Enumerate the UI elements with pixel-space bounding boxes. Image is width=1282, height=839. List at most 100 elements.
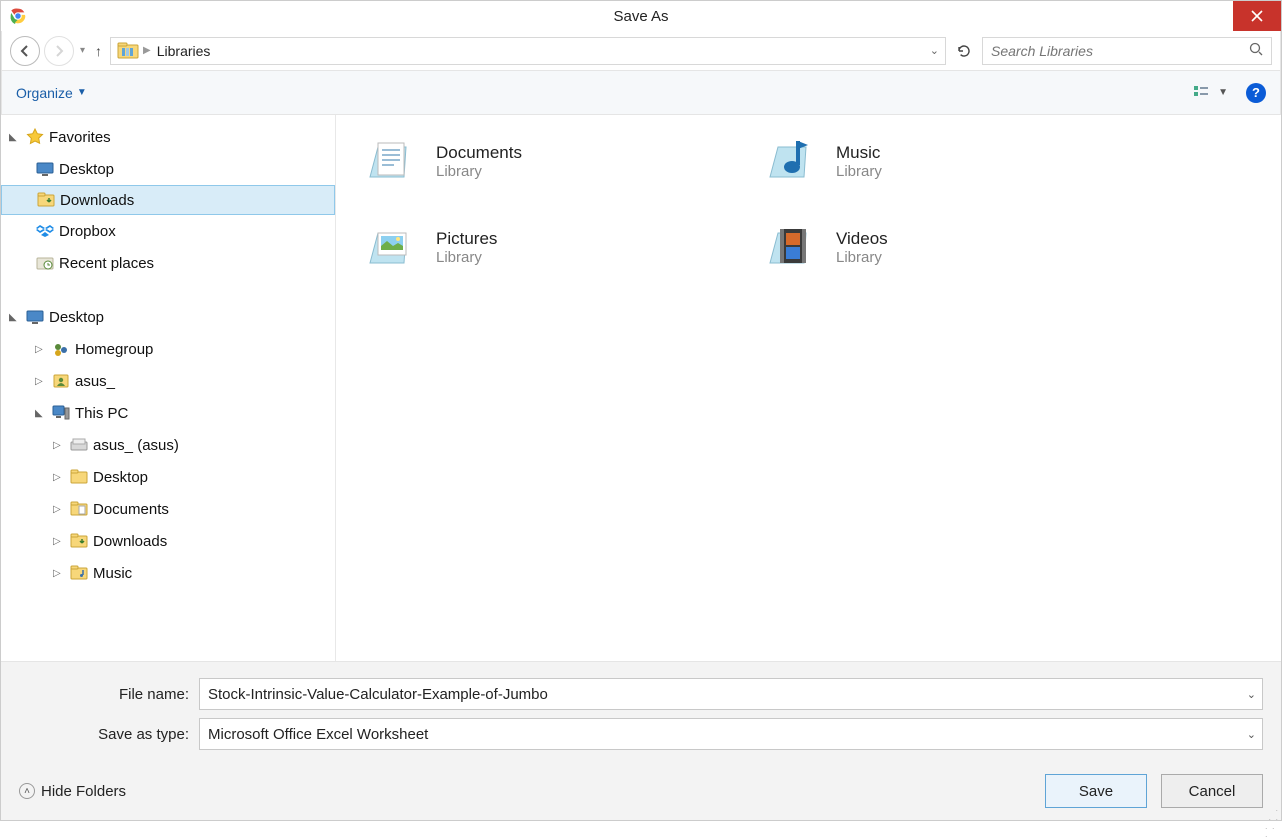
chevron-down-icon[interactable]: ⌄ <box>1247 688 1256 701</box>
tree-fav-downloads[interactable]: Downloads <box>1 185 335 215</box>
close-button[interactable] <box>1233 1 1281 31</box>
monitor-icon <box>25 307 45 327</box>
hide-folders-label: Hide Folders <box>41 783 126 800</box>
collapse-icon[interactable]: ◣ <box>9 132 21 143</box>
cancel-label: Cancel <box>1189 783 1236 800</box>
forward-button[interactable] <box>44 36 74 66</box>
tree-thispc[interactable]: ◣ This PC <box>1 397 335 429</box>
filename-label: File name: <box>19 686 189 703</box>
footer: File name: Stock-Intrinsic-Value-Calcula… <box>1 661 1281 820</box>
search-icon[interactable] <box>1249 42 1263 59</box>
nav-tree[interactable]: ◣ Favorites Desktop Downloads Dropbox Re… <box>1 115 336 661</box>
tree-pc-music[interactable]: ▷ Music <box>1 557 335 589</box>
library-documents[interactable]: DocumentsLibrary <box>362 133 722 189</box>
library-pictures[interactable]: PicturesLibrary <box>362 219 722 275</box>
history-dropdown[interactable]: ▾ <box>78 45 87 56</box>
organize-button[interactable]: Organize ▼ <box>16 85 87 101</box>
chevron-down-icon: ▼ <box>1218 87 1228 98</box>
cancel-button[interactable]: Cancel <box>1161 774 1263 808</box>
main-area: ◣ Favorites Desktop Downloads Dropbox Re… <box>1 115 1281 661</box>
view-options-button[interactable]: ▼ <box>1194 85 1228 101</box>
tree-label: Recent places <box>59 255 154 272</box>
tree-pc-desktop[interactable]: ▷ Desktop <box>1 461 335 493</box>
refresh-button[interactable] <box>950 37 978 65</box>
view-icon <box>1194 85 1214 101</box>
tree-pc-asus-drive[interactable]: ▷ asus_ (asus) <box>1 429 335 461</box>
expand-icon[interactable]: ▷ <box>53 472 65 483</box>
savetype-value: Microsoft Office Excel Worksheet <box>208 726 428 743</box>
save-as-dialog: Save As ▾ ↑ ▶ Libraries ⌄ <box>0 0 1282 821</box>
tree-label: This PC <box>75 405 128 422</box>
tree-label: Downloads <box>93 533 167 550</box>
library-sub: Library <box>836 249 888 266</box>
user-icon <box>51 371 71 391</box>
homegroup-icon <box>51 339 71 359</box>
resize-grip[interactable]: .. .. . . <box>1265 804 1279 818</box>
tree-fav-dropbox[interactable]: Dropbox <box>1 215 335 247</box>
tree-label: asus_ <box>75 373 115 390</box>
content-pane[interactable]: DocumentsLibrary MusicLibrary PicturesLi… <box>336 115 1281 661</box>
tree-label: Dropbox <box>59 223 116 240</box>
search-input[interactable] <box>991 43 1249 59</box>
monitor-icon <box>35 159 55 179</box>
tree-fav-recent[interactable]: Recent places <box>1 247 335 279</box>
library-name: Music <box>836 143 882 163</box>
tree-desktop[interactable]: ◣Desktop <box>1 301 335 333</box>
pictures-library-icon <box>362 219 418 275</box>
help-button[interactable]: ? <box>1246 83 1266 103</box>
tree-label: Desktop <box>93 469 148 486</box>
tree-label: Music <box>93 565 132 582</box>
documents-library-icon <box>362 133 418 189</box>
chevron-down-icon: ▼ <box>77 87 87 98</box>
savetype-label: Save as type: <box>19 726 189 743</box>
library-music[interactable]: MusicLibrary <box>762 133 1122 189</box>
expand-icon[interactable]: ▷ <box>35 344 47 355</box>
search-box[interactable] <box>982 37 1272 65</box>
back-button[interactable] <box>10 36 40 66</box>
tree-label: Favorites <box>49 129 111 146</box>
folder-download-icon <box>69 531 89 551</box>
breadcrumb-separator: ▶ <box>143 45 151 56</box>
tree-label: Desktop <box>59 161 114 178</box>
filename-input[interactable]: Stock-Intrinsic-Value-Calculator-Example… <box>199 678 1263 710</box>
tree-favorites[interactable]: ◣ Favorites <box>1 121 335 153</box>
chevron-down-icon[interactable]: ⌄ <box>1247 728 1256 741</box>
folder-doc-icon <box>69 499 89 519</box>
expand-icon[interactable]: ▷ <box>53 440 65 451</box>
expand-icon[interactable]: ▷ <box>35 376 47 387</box>
collapse-icon: ˄ <box>19 783 35 799</box>
tree-pc-downloads[interactable]: ▷ Downloads <box>1 525 335 557</box>
tree-label: asus_ (asus) <box>93 437 179 454</box>
address-history-dropdown[interactable]: ⌄ <box>930 44 939 57</box>
drive-icon <box>69 435 89 455</box>
expand-icon[interactable]: ▷ <box>53 568 65 579</box>
expand-icon[interactable]: ▷ <box>53 536 65 547</box>
tree-asus[interactable]: ▷ asus_ <box>1 365 335 397</box>
tree-label: Homegroup <box>75 341 153 358</box>
expand-icon[interactable]: ▷ <box>53 504 65 515</box>
pc-icon <box>51 403 71 423</box>
organize-label: Organize <box>16 85 73 101</box>
library-sub: Library <box>436 163 522 180</box>
title-bar: Save As <box>1 1 1281 31</box>
library-name: Pictures <box>436 229 497 249</box>
filename-value: Stock-Intrinsic-Value-Calculator-Example… <box>208 686 548 703</box>
tree-fav-desktop[interactable]: Desktop <box>1 153 335 185</box>
address-bar[interactable]: ▶ Libraries ⌄ <box>110 37 946 65</box>
library-name: Videos <box>836 229 888 249</box>
save-button[interactable]: Save <box>1045 774 1147 808</box>
collapse-icon[interactable]: ◣ <box>9 312 21 323</box>
save-label: Save <box>1079 783 1113 800</box>
savetype-select[interactable]: Microsoft Office Excel Worksheet ⌄ <box>199 718 1263 750</box>
nav-toolbar: ▾ ↑ ▶ Libraries ⌄ <box>1 31 1281 71</box>
refresh-icon <box>956 43 972 59</box>
library-videos[interactable]: VideosLibrary <box>762 219 1122 275</box>
folder-download-icon <box>36 190 56 210</box>
tree-pc-documents[interactable]: ▷Documents <box>1 493 335 525</box>
breadcrumb-location[interactable]: Libraries <box>157 43 211 59</box>
up-button[interactable]: ↑ <box>91 43 106 59</box>
hide-folders-button[interactable]: ˄ Hide Folders <box>19 783 126 800</box>
tree-homegroup[interactable]: ▷ Homegroup <box>1 333 335 365</box>
star-icon <box>25 127 45 147</box>
collapse-icon[interactable]: ◣ <box>35 408 47 419</box>
